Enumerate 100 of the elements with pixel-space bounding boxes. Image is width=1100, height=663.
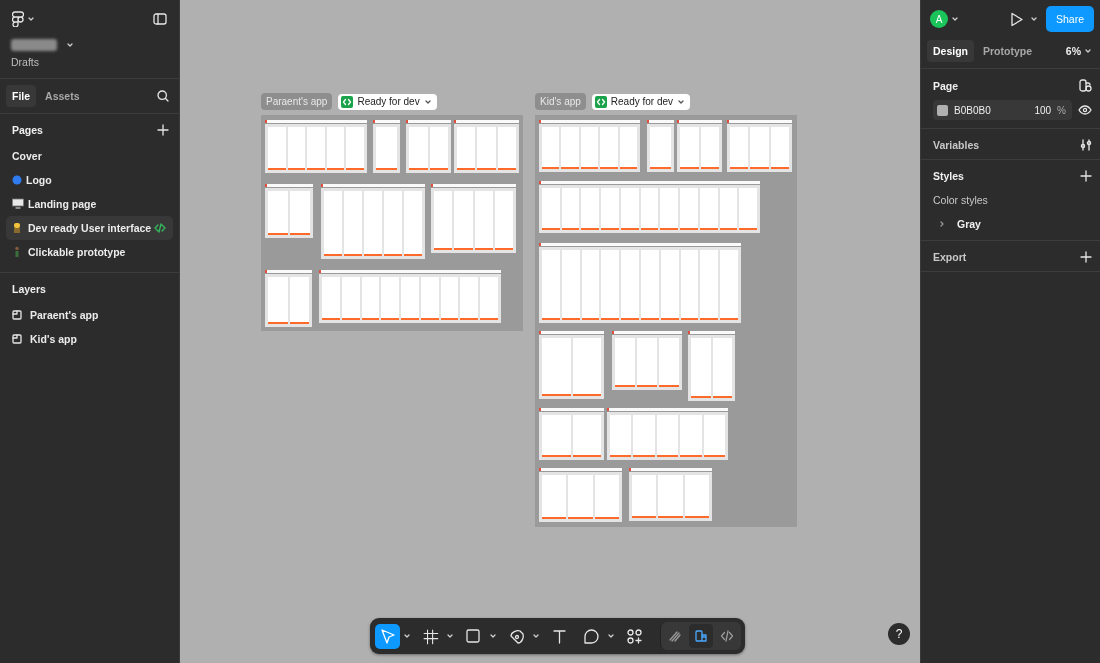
panel-tab[interactable]: Design xyxy=(927,40,974,62)
frame-title-bar xyxy=(647,120,674,123)
caret-icon[interactable] xyxy=(446,632,454,640)
screen-thumbnail xyxy=(542,475,567,519)
screen-thumbnail xyxy=(601,250,620,320)
pointer-icon[interactable] xyxy=(375,623,400,649)
color-field[interactable]: B0B0B0 100 % xyxy=(933,100,1072,120)
screen-thumbnail xyxy=(364,191,382,256)
search-icon[interactable] xyxy=(157,90,169,102)
screen-thumbnail xyxy=(615,338,635,387)
caret-icon[interactable] xyxy=(951,15,959,23)
screen-thumbnail xyxy=(680,250,699,320)
plus-icon[interactable] xyxy=(1080,170,1092,182)
screen-thumbnail xyxy=(700,250,719,320)
panel-tab[interactable]: File xyxy=(6,85,37,107)
screen-thumbnail xyxy=(572,338,601,396)
help-button[interactable]: ? xyxy=(888,623,910,645)
screen-thumbnail xyxy=(712,338,732,398)
logo-icon[interactable] xyxy=(12,11,24,27)
frame-title-bar xyxy=(265,270,312,273)
screen-thumbnail xyxy=(542,250,560,320)
caret-icon[interactable] xyxy=(66,41,74,49)
screen-thumbnail xyxy=(680,127,699,169)
plus-icon[interactable] xyxy=(157,124,169,136)
frame-title-bar xyxy=(677,120,722,123)
screen-thumbnail xyxy=(344,191,362,256)
screen-thumbnail xyxy=(581,188,600,230)
plus-icon[interactable] xyxy=(1080,251,1092,263)
panel-tab[interactable]: Prototype xyxy=(977,40,1039,62)
caret-icon[interactable] xyxy=(532,632,540,640)
section-title: Styles xyxy=(933,170,964,182)
screen-thumbnail xyxy=(268,127,286,170)
screen-thumbnail xyxy=(290,191,310,235)
frame-title-bar xyxy=(373,120,400,123)
screen-thumbnail xyxy=(680,188,698,230)
frame-title-bar xyxy=(727,120,792,123)
page-item[interactable]: Dev ready User interface xyxy=(6,216,173,240)
screen-thumbnail xyxy=(568,475,593,519)
caret-icon[interactable] xyxy=(489,632,497,640)
sliders-icon[interactable] xyxy=(1080,139,1092,151)
caret-icon[interactable] xyxy=(607,632,615,640)
screen-thumbnail xyxy=(457,127,476,170)
section-title: Pages xyxy=(12,124,43,136)
eye-icon[interactable] xyxy=(1078,105,1092,115)
screen-thumbnail xyxy=(660,250,679,320)
screen-thumbnail xyxy=(409,127,428,170)
screen-thumbnail xyxy=(641,250,659,320)
screen-thumbnail xyxy=(542,188,560,230)
section-title: Export xyxy=(933,251,967,263)
screen-thumbnail xyxy=(660,188,679,230)
frame-title-bar xyxy=(406,120,451,123)
frame-title-bar xyxy=(265,184,313,187)
screen-thumbnail xyxy=(346,127,364,170)
screen-thumbnail xyxy=(572,415,601,457)
page-label: Landing page xyxy=(28,198,97,210)
screen-thumbnail xyxy=(454,191,473,250)
screen-thumbnail xyxy=(658,475,683,518)
screen-thumbnail xyxy=(637,338,657,387)
page-item[interactable]: Logo xyxy=(6,168,173,192)
screen-thumbnail xyxy=(620,188,639,230)
frame-title-bar xyxy=(612,331,682,334)
zoom-dropdown[interactable]: 6% xyxy=(1065,45,1092,57)
page-item[interactable]: Cover xyxy=(6,144,173,168)
layer-item[interactable]: Kid's app xyxy=(6,327,173,351)
page-item[interactable]: Landing page xyxy=(6,192,173,216)
caret-icon[interactable] xyxy=(27,15,35,23)
layer-item[interactable]: Paraent's app xyxy=(6,303,173,327)
swap-icon[interactable] xyxy=(1079,79,1092,92)
screen-thumbnail xyxy=(307,127,325,170)
screen-thumbnail xyxy=(610,415,632,457)
screen-thumbnail xyxy=(542,415,571,457)
screen-thumbnail xyxy=(691,338,711,398)
layout-icon[interactable] xyxy=(689,624,713,648)
screen-thumbnail xyxy=(581,250,600,320)
screen-thumbnail xyxy=(580,127,599,169)
screen-thumbnail xyxy=(324,191,342,256)
screen-thumbnail xyxy=(361,277,380,320)
caret-icon[interactable] xyxy=(403,632,411,640)
page-label: Dev ready User interface xyxy=(28,222,152,234)
page-item[interactable]: Clickable prototype xyxy=(6,240,173,264)
sidebar-toggle-icon[interactable] xyxy=(153,13,167,25)
style-item[interactable]: Gray xyxy=(921,214,1100,240)
screen-thumbnail xyxy=(429,127,448,170)
screen-thumbnail xyxy=(480,277,499,320)
screen-thumbnail xyxy=(703,415,726,457)
screen-thumbnail xyxy=(680,415,702,457)
monitor-icon xyxy=(12,198,24,210)
caret-icon[interactable] xyxy=(1029,15,1038,23)
screen-thumbnail xyxy=(621,250,639,320)
panel-tab[interactable]: Assets xyxy=(39,85,86,107)
section-title: Variables xyxy=(933,139,980,151)
screen-thumbnail xyxy=(477,127,496,170)
status-dropdown[interactable]: Ready for dev xyxy=(591,93,691,110)
screen-thumbnail xyxy=(656,415,679,457)
code-icon xyxy=(594,95,607,108)
project-location: Drafts xyxy=(11,56,40,68)
frame-title-bar xyxy=(539,331,604,334)
status-dropdown[interactable]: Ready for dev xyxy=(338,93,437,110)
play-icon[interactable] xyxy=(1009,11,1024,27)
screen-thumbnail xyxy=(384,191,402,256)
